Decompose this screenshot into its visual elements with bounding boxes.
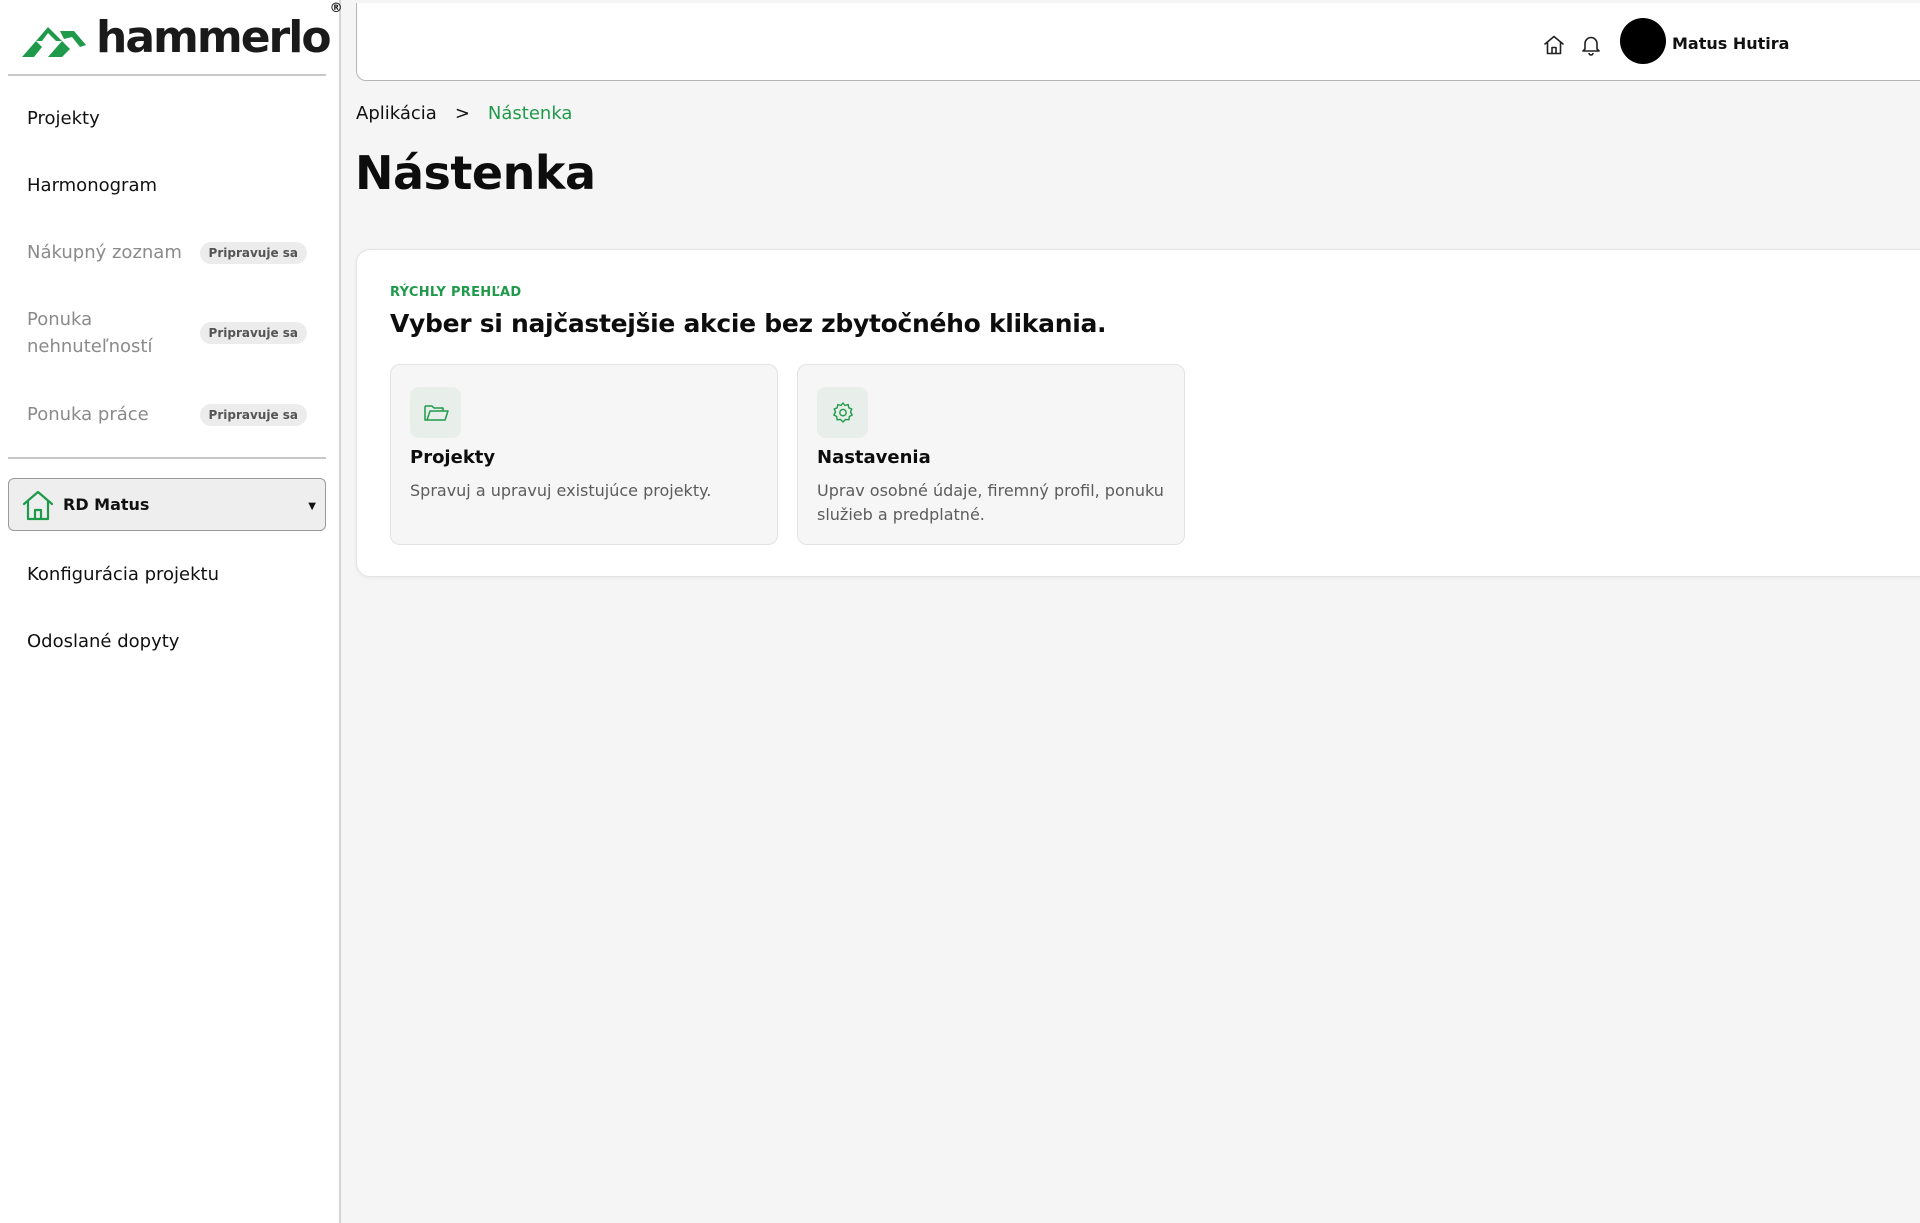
top-bar: Matus Hutira xyxy=(356,3,1920,81)
action-card-description: Uprav osobné údaje, firemný profil, ponu… xyxy=(817,481,1164,524)
breadcrumb-root[interactable]: Aplikácia xyxy=(356,103,437,124)
sidebar-item-label: Konfigurácia projektu xyxy=(27,564,219,585)
sidebar: hammerlo® Projekty Harmonogram Nákupný z… xyxy=(0,0,343,1223)
action-card-title: Projekty xyxy=(410,447,496,468)
brand-name: hammerlo® xyxy=(96,1,343,63)
sidebar-item-label: Odoslané dopyty xyxy=(27,631,180,652)
page-title: Nástenka xyxy=(355,146,596,200)
logo-mark-icon xyxy=(22,27,86,57)
settings-action-card[interactable]: Nastavenia Uprav osobné údaje, firemný p… xyxy=(797,364,1185,545)
project-select[interactable]: RD Matus ▼ xyxy=(8,478,326,531)
brand-logo[interactable]: hammerlo® xyxy=(22,1,343,63)
avatar[interactable] xyxy=(1620,18,1666,64)
quick-overview-eyebrow: RÝCHLY PREHĽAD xyxy=(390,285,522,300)
sidebar-item-label: Harmonogram xyxy=(27,175,158,196)
sidebar-divider xyxy=(8,457,326,459)
bell-icon[interactable] xyxy=(1579,33,1603,57)
action-card-title: Nastavenia xyxy=(817,447,931,468)
coming-soon-badge: Pripravuje sa xyxy=(199,403,307,426)
sidebar-divider xyxy=(8,74,326,76)
chevron-down-icon: ▼ xyxy=(308,501,316,512)
folder-icon xyxy=(410,387,461,438)
sidebar-item-label: Ponuka nehnuteľností xyxy=(27,309,153,357)
sidebar-item-odoslane-dopyty[interactable]: Odoslané dopyty xyxy=(27,628,311,655)
breadcrumb-current: Nástenka xyxy=(487,103,573,124)
action-card-description: Spravuj a upravuj existujúce projekty. xyxy=(410,481,712,500)
sidebar-item-ponuka-nehnutelnosti: Ponuka nehnuteľností Pripravuje sa xyxy=(27,306,311,360)
sidebar-item-label: Projekty xyxy=(27,108,100,129)
sidebar-item-nakupny-zoznam: Nákupný zoznam Pripravuje sa xyxy=(27,239,311,266)
sidebar-item-harmonogram[interactable]: Harmonogram xyxy=(27,172,311,199)
sidebar-item-konfiguracia-projektu[interactable]: Konfigurácia projektu xyxy=(27,561,311,588)
project-select-value: RD Matus xyxy=(63,495,150,514)
breadcrumb-separator: > xyxy=(454,103,470,124)
sidebar-item-projekty[interactable]: Projekty xyxy=(27,105,311,132)
coming-soon-badge: Pripravuje sa xyxy=(199,322,307,344)
breadcrumb: Aplikácia > Nástenka xyxy=(356,103,572,124)
coming-soon-badge: Pripravuje sa xyxy=(199,241,307,264)
quick-overview-title: Vyber si najčastejšie akcie bez zbytočné… xyxy=(390,309,1107,338)
quick-overview-card: RÝCHLY PREHĽAD Vyber si najčastejšie akc… xyxy=(356,249,1920,577)
app: hammerlo® Projekty Harmonogram Nákupný z… xyxy=(0,0,1920,1223)
user-name[interactable]: Matus Hutira xyxy=(1672,34,1789,53)
sidebar-item-label: Nákupný zoznam xyxy=(27,242,182,263)
sidebar-item-ponuka-prace: Ponuka práce Pripravuje sa xyxy=(27,401,311,428)
house-icon xyxy=(22,490,54,520)
projects-action-card[interactable]: Projekty Spravuj a upravuj existujúce pr… xyxy=(390,364,778,545)
gear-icon xyxy=(817,387,868,438)
home-icon[interactable] xyxy=(1542,33,1566,57)
sidebar-item-label: Ponuka práce xyxy=(27,404,149,425)
